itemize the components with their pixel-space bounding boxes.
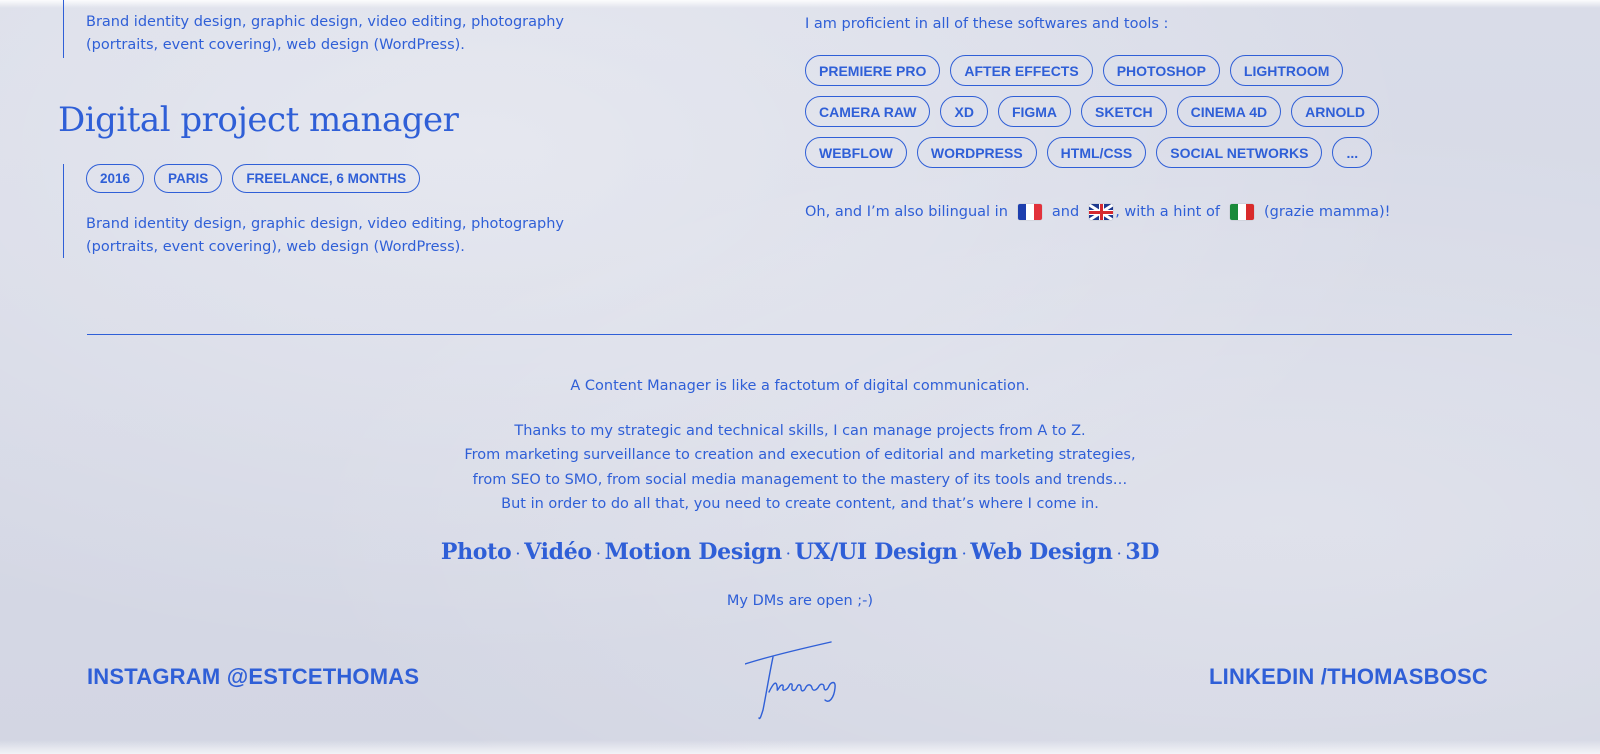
tools-list: PREMIERE PRO AFTER EFFECTS PHOTOSHOP LIG…	[805, 55, 1405, 168]
uk-flag-icon	[1089, 204, 1114, 220]
about-line: From marketing surveillance to creation …	[464, 447, 1136, 463]
service-item: Web Design	[970, 538, 1113, 565]
languages-suffix: (grazie mamma)!	[1263, 204, 1391, 220]
service-separator: ·	[595, 543, 601, 563]
contract-tag: FREELANCE, 6 MONTHS	[232, 164, 421, 193]
tool-tag: PREMIERE PRO	[805, 55, 941, 86]
service-item: UX/UI Design	[794, 538, 958, 565]
year-tag: 2016	[86, 164, 145, 193]
italian-flag-icon	[1229, 204, 1254, 220]
languages-and: and	[1051, 204, 1080, 220]
tool-tag: CAMERA RAW	[805, 96, 931, 127]
languages-prefix: Oh, and I’m also bilingual in	[805, 204, 1008, 220]
service-item: 3D	[1125, 538, 1160, 565]
description-line: Brand identity design, graphic design, v…	[86, 216, 564, 232]
description-line: (portraits, event covering), web design …	[86, 239, 465, 255]
more-tools-tag: ...	[1332, 137, 1373, 168]
tool-tag: PHOTOSHOP	[1102, 55, 1220, 86]
tool-tag: HTML/CSS	[1046, 137, 1147, 168]
experience-description: Brand identity design, graphic design, v…	[86, 213, 606, 259]
tool-tag: AFTER EFFECTS	[950, 55, 1093, 86]
skills-intro: I am proficient in all of these software…	[805, 16, 1169, 32]
experience-block-digital-project-manager: 2016 PARIS FREELANCE, 6 MONTHS Brand ide…	[63, 164, 606, 258]
skills-section: I am proficient in all of these software…	[805, 16, 1565, 220]
uk-flag-cross	[1099, 204, 1103, 220]
tool-tag: CINEMA 4D	[1176, 96, 1282, 127]
paper-bottom-edge	[0, 740, 1600, 754]
tool-tag: WEBFLOW	[805, 137, 907, 168]
experience-tags: 2016 PARIS FREELANCE, 6 MONTHS	[86, 164, 606, 193]
service-separator: ·	[961, 543, 967, 563]
instagram-link[interactable]: INSTAGRAM @ESTCETHOMAS	[87, 664, 419, 690]
description-line: (portraits, event covering), web design …	[86, 37, 465, 53]
dms-open-text: My DMs are open ;-)	[726, 592, 874, 609]
section-divider	[87, 334, 1512, 335]
about-line: Thanks to my strategic and technical ski…	[514, 422, 1086, 439]
tool-tag: SKETCH	[1081, 96, 1167, 127]
about-line: from SEO to SMO, from social media manag…	[472, 471, 1128, 488]
about-line: But in order to do all that, you need to…	[501, 496, 1099, 512]
role-title: Digital project manager	[58, 100, 459, 140]
service-separator: ·	[515, 543, 521, 563]
tool-tag: LIGHTROOM	[1229, 55, 1344, 86]
services-list: Photo · Vidéo · Motion Design · UX/UI Design · W…	[0, 537, 1600, 569]
service-item: Photo	[440, 538, 512, 565]
description-line: Brand identity design, graphic design, v…	[86, 14, 564, 30]
about-intro: A Content Manager is like a factotum of …	[570, 378, 1030, 394]
experience-block-previous: Brand identity design, graphic design, v…	[63, 0, 606, 58]
service-separator: ·	[785, 543, 791, 563]
tool-tag: XD	[940, 96, 988, 127]
french-flag-icon	[1017, 204, 1042, 220]
languages-hint: , with a hint of	[1115, 204, 1220, 220]
linkedin-link[interactable]: LINKEDIN /THOMASBOSC	[1209, 664, 1488, 690]
tool-tag: ARNOLD	[1291, 96, 1379, 127]
about-section: A Content Manager is like a factotum of …	[0, 374, 1600, 613]
signature-logo	[745, 641, 836, 720]
location-tag: PARIS	[154, 164, 223, 193]
service-item: Vidéo	[524, 538, 592, 565]
service-separator: ·	[1116, 543, 1122, 563]
service-item: Motion Design	[604, 538, 782, 565]
tool-tag: WORDPRESS	[916, 137, 1037, 168]
tool-tag: SOCIAL NETWORKS	[1156, 137, 1323, 168]
tool-tag: FIGMA	[997, 96, 1072, 127]
experience-description: Brand identity design, graphic design, v…	[86, 0, 606, 57]
languages-line: Oh, and I’m also bilingual in and , with…	[805, 204, 1565, 220]
